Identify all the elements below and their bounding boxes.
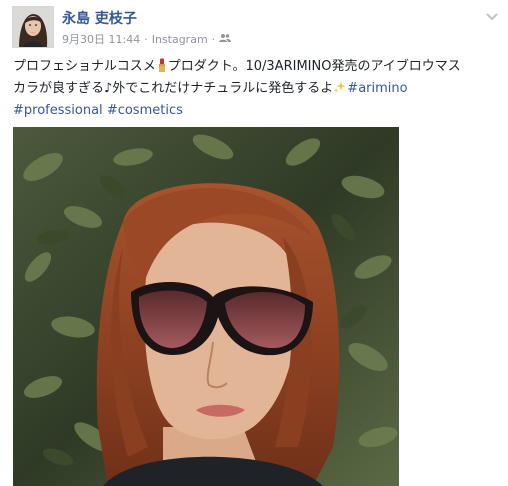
meta-separator: · — [144, 32, 148, 46]
author-avatar[interactable] — [12, 6, 54, 48]
post-timestamp[interactable]: 9月30日 11:44 — [62, 31, 140, 47]
facebook-post: 永島 吏枝子 9月30日 11:44 · Instagram · プロフェショナ… — [0, 0, 508, 486]
chevron-down-icon[interactable] — [484, 8, 500, 24]
post-text: プロフェショナルコスメ プロダクト。10/3ARIMINO発売のアイブロウマス カ… — [13, 56, 499, 122]
avatar-image — [13, 7, 53, 47]
post-meta: 9月30日 11:44 · Instagram · — [62, 31, 232, 47]
meta-separator-2: · — [211, 32, 216, 46]
sparkles-icon — [333, 81, 347, 96]
hashtag-arimino[interactable]: #arimino — [347, 81, 407, 96]
friends-audience-icon[interactable] — [219, 33, 232, 46]
post-via[interactable]: Instagram — [152, 33, 208, 46]
post-text-line2: カラが良すぎる♪外でこれだけナチュラルに発色するよ — [13, 81, 334, 96]
post-photo[interactable] — [13, 127, 399, 486]
post-text-line1-end: プロダクト。10/3ARIMINO発売のアイブロウマス — [167, 59, 461, 74]
author-name[interactable]: 永島 吏枝子 — [62, 8, 137, 28]
lipstick-icon — [156, 58, 168, 74]
portrait-image — [13, 127, 399, 486]
hashtag-professional[interactable]: #professional — [13, 103, 103, 118]
post-text-line1-start: プロフェショナルコスメ — [13, 59, 156, 74]
hashtag-cosmetics[interactable]: #cosmetics — [107, 103, 183, 118]
